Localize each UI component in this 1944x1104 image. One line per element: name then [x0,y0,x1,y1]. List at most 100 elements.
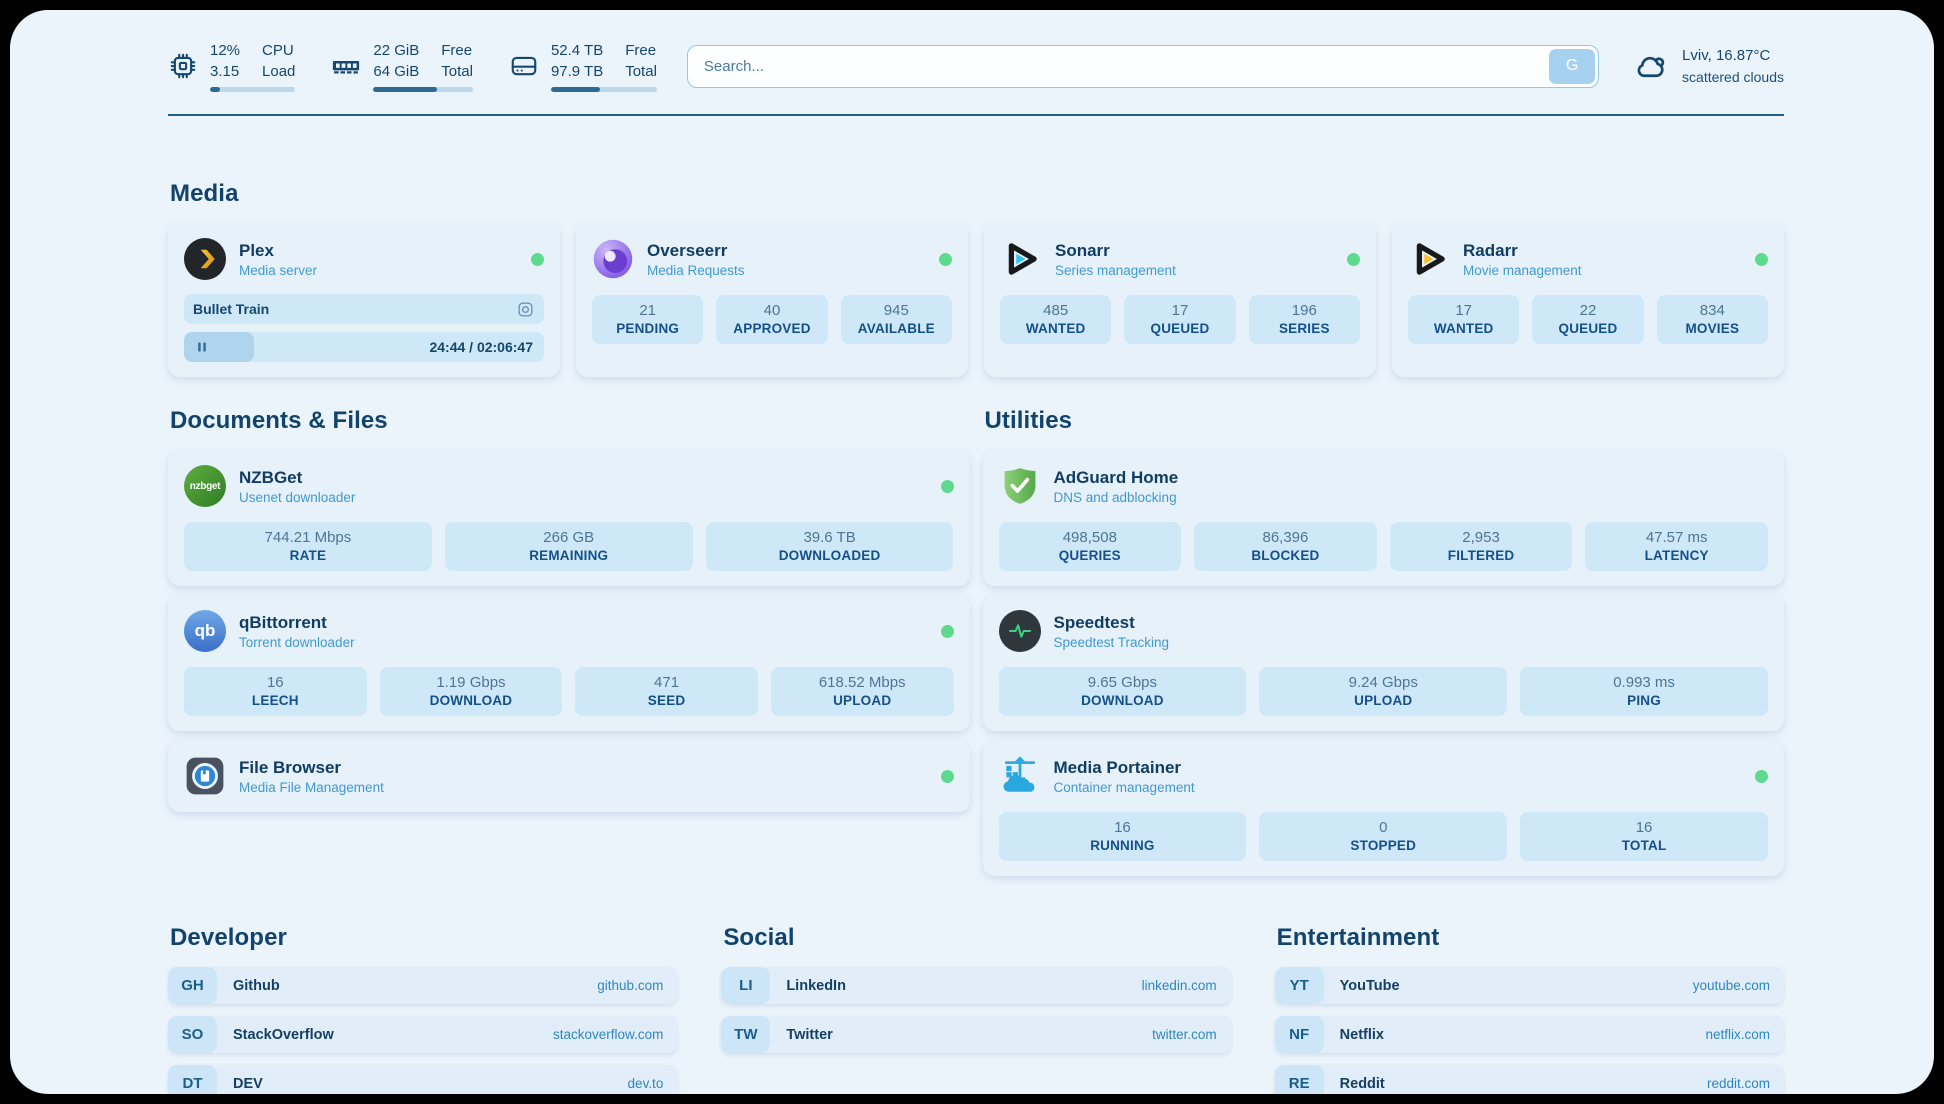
section-documents: Documents & Files nzbget NZBGet Usenet d… [168,407,970,812]
search-bar: G [687,45,1599,88]
disk-progress-bar [551,87,657,92]
bookmark-reddit[interactable]: RE Reddit reddit.com [1275,1065,1784,1094]
stat-pill: 471SEED [575,667,758,716]
bookmark-twitter[interactable]: TW Twitter twitter.com [721,1016,1230,1053]
bookmark-abbr: DT [168,1065,217,1094]
status-online-dot [941,480,954,493]
bookmark-url: netflix.com [1705,1027,1770,1042]
stat-pill: 618.52 MbpsUPLOAD [771,667,954,716]
app-description: Media server [239,263,317,278]
search-input[interactable] [687,45,1599,88]
app-card-qbittorrent[interactable]: qb qBittorrent Torrent downloader 16LEEC… [168,595,970,731]
bookmark-netflix[interactable]: NF Netflix netflix.com [1275,1016,1784,1053]
bookmark-url: linkedin.com [1142,978,1217,993]
weather-condition: scattered clouds [1682,67,1784,87]
stat-pill: 21PENDING [592,295,703,344]
stat-pill: 39.6 TBDOWNLOADED [706,522,954,571]
ram-icon [331,51,361,81]
app-name: qBittorrent [239,613,355,633]
radarr-icon [1408,238,1450,280]
app-card-portainer[interactable]: Media Portainer Container management 16R… [983,740,1785,876]
stat-pill: 86,396BLOCKED [1194,522,1377,571]
social-section-title: Social [723,924,1230,952]
app-description: Media Requests [647,263,745,278]
ram-free-value: 22 GiB [373,40,419,61]
cpu-stat: 12% 3.15 CPU Load [168,40,295,92]
app-card-sonarr[interactable]: Sonarr Series management 485WANTED 17QUE… [984,223,1376,377]
ram-progress-bar [373,87,473,92]
bookmark-name: StackOverflow [233,1027,334,1043]
pause-icon[interactable] [193,338,211,356]
app-description: Container management [1054,780,1195,795]
nzbget-icon: nzbget [184,465,226,507]
bookmark-github[interactable]: GH Github github.com [168,967,677,1004]
bookmark-url: dev.to [628,1076,664,1091]
header-bar: 12% 3.15 CPU Load [168,40,1784,92]
cloud-icon [1633,48,1669,84]
plex-icon [184,238,226,280]
status-online-dot [939,253,952,266]
bookmark-abbr: LI [721,967,770,1004]
app-name: File Browser [239,758,384,778]
search-engine-button[interactable]: G [1549,49,1595,84]
weather-summary: Lviv, 16.87°C [1682,45,1784,67]
stat-pill: 196SERIES [1249,295,1360,344]
app-card-adguard[interactable]: AdGuard Home DNS and adblocking 498,508Q… [983,450,1785,586]
app-name: Overseerr [647,241,745,261]
sonarr-icon [1000,238,1042,280]
bookmark-url: reddit.com [1707,1076,1770,1091]
app-description: Series management [1055,263,1176,278]
playback-time: 24:44 / 02:06:47 [429,339,544,355]
bookmark-name: Netflix [1340,1027,1384,1043]
bookmark-abbr: NF [1275,1016,1324,1053]
app-description: Media File Management [239,780,384,795]
overseerr-icon [592,238,634,280]
bookmark-youtube[interactable]: YT YouTube youtube.com [1275,967,1784,1004]
stat-pill: 16LEECH [184,667,367,716]
dashboard-page: 12% 3.15 CPU Load [10,10,1934,1094]
app-name: NZBGet [239,468,355,488]
app-card-overseerr[interactable]: Overseerr Media Requests 21PENDING 40APP… [576,223,968,377]
bookmark-dev[interactable]: DT DEV dev.to [168,1065,677,1094]
bookmark-name: Twitter [786,1027,832,1043]
stat-pill: 945AVAILABLE [841,295,952,344]
status-online-dot [941,770,954,783]
stat-pill: 0.993 msPING [1520,667,1768,716]
speedtest-icon [999,610,1041,652]
bookmark-stackoverflow[interactable]: SO StackOverflow stackoverflow.com [168,1016,677,1053]
bookmark-linkedin[interactable]: LI LinkedIn linkedin.com [721,967,1230,1004]
section-social: Social LI LinkedIn linkedin.com TW Twitt… [721,924,1230,1094]
bookmark-url: youtube.com [1693,978,1770,993]
stat-pill: 16TOTAL [1520,812,1768,861]
stat-pill: 9.24 GbpsUPLOAD [1259,667,1507,716]
app-description: Torrent downloader [239,635,355,650]
camera-icon[interactable] [516,300,535,319]
app-card-speedtest[interactable]: Speedtest Speedtest Tracking 9.65 GbpsDO… [983,595,1785,731]
app-card-nzbget[interactable]: nzbget NZBGet Usenet downloader 744.21 M… [168,450,970,586]
section-media: Media Plex [168,180,1784,377]
disk-free-label: Free [625,40,657,61]
bookmark-url: github.com [597,978,663,993]
bookmark-abbr: SO [168,1016,217,1053]
app-description: Usenet downloader [239,490,355,505]
status-online-dot [1347,253,1360,266]
stat-pill: 16RUNNING [999,812,1247,861]
app-card-plex[interactable]: Plex Media server Bullet Train [168,223,560,377]
section-developer: Developer GH Github github.com SO StackO… [168,924,677,1094]
ram-total-value: 64 GiB [373,61,419,82]
adguard-icon [999,465,1041,507]
stat-pill: 22QUEUED [1532,295,1643,344]
stat-pill: 17QUEUED [1124,295,1235,344]
stat-pill: 0STOPPED [1259,812,1507,861]
filebrowser-icon [184,755,226,797]
app-name: Radarr [1463,241,1582,261]
playback-progress-bar: 24:44 / 02:06:47 [184,332,544,362]
app-name: Plex [239,241,317,261]
app-card-filebrowser[interactable]: File Browser Media File Management [168,740,970,812]
app-name: Speedtest [1054,613,1170,633]
stat-pill: 9.65 GbpsDOWNLOAD [999,667,1247,716]
ram-stat: 22 GiB 64 GiB Free Total [331,40,473,92]
app-card-radarr[interactable]: Radarr Movie management 17WANTED 22QUEUE… [1392,223,1784,377]
status-online-dot [531,253,544,266]
disk-icon [509,51,539,81]
